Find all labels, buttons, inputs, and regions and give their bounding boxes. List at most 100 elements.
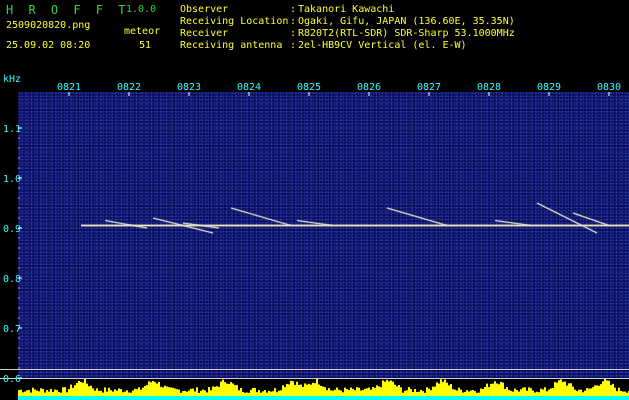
power-bar <box>380 387 382 397</box>
power-bar <box>356 387 358 397</box>
power-bar <box>388 381 390 397</box>
power-bar <box>218 386 220 397</box>
power-bar <box>156 383 158 397</box>
power-bar <box>264 390 266 397</box>
power-bar <box>596 385 598 397</box>
power-bar <box>448 385 450 397</box>
power-bar <box>142 387 144 397</box>
power-bar <box>488 387 490 397</box>
power-bar <box>452 389 454 397</box>
power-bar <box>64 387 66 397</box>
power-bar <box>316 379 318 397</box>
power-bar <box>148 381 150 397</box>
power-bar <box>410 389 412 397</box>
y-tick-label: 0.8 <box>3 274 21 285</box>
power-bar <box>408 387 410 397</box>
power-bar <box>286 383 288 397</box>
power-bar <box>338 389 340 397</box>
power-bar <box>236 385 238 397</box>
power-bar <box>554 382 556 397</box>
power-bar <box>454 389 456 397</box>
power-bar <box>520 389 522 397</box>
power-bar <box>284 387 286 397</box>
power-bar <box>250 389 252 397</box>
power-bar <box>568 383 570 397</box>
power-bar <box>120 389 122 397</box>
power-bar <box>382 380 384 397</box>
power-bar <box>40 388 42 397</box>
power-bar <box>298 384 300 397</box>
power-bar <box>334 389 336 397</box>
power-bar <box>170 387 172 397</box>
power-bar <box>502 382 504 397</box>
power-bar <box>426 387 428 397</box>
power-bar <box>602 381 604 397</box>
power-bar <box>300 384 302 397</box>
x-tick-label: 0826 <box>357 82 381 93</box>
power-bar <box>420 389 422 397</box>
power-bar <box>166 386 168 397</box>
hrofft-window: H R O F F T 1.0.0 2509020820.png 25.09.0… <box>0 0 629 400</box>
power-bar <box>80 381 82 397</box>
power-bar <box>226 383 228 397</box>
power-bar <box>70 384 72 397</box>
power-bar <box>308 383 310 397</box>
power-bar <box>146 385 148 397</box>
power-bar <box>444 379 446 397</box>
power-bar <box>396 386 398 397</box>
power-bar <box>46 390 48 397</box>
power-bar <box>72 387 74 397</box>
power-bar <box>558 380 560 397</box>
power-bar <box>504 388 506 397</box>
power-bar <box>296 381 298 397</box>
power-bar <box>162 387 164 397</box>
power-bar <box>254 387 256 397</box>
power-bar <box>322 386 324 397</box>
power-bar <box>160 386 162 397</box>
power-bar <box>232 383 234 397</box>
power-bar <box>74 385 76 397</box>
power-bar <box>216 386 218 397</box>
power-bar <box>542 389 544 397</box>
power-bar <box>594 385 596 397</box>
meteor-trace <box>386 207 448 226</box>
power-bar <box>176 389 178 397</box>
power-bar <box>234 385 236 397</box>
power-bar <box>168 387 170 397</box>
power-bar <box>434 386 436 397</box>
power-bar <box>212 386 214 397</box>
power-bar <box>280 390 282 397</box>
power-bar <box>482 388 484 397</box>
power-bar <box>96 388 98 397</box>
power-bar <box>324 387 326 397</box>
power-bar <box>392 381 394 397</box>
power-bar <box>574 389 576 397</box>
power-bar <box>604 379 606 397</box>
power-bar <box>288 384 290 397</box>
power-bar <box>252 388 254 397</box>
x-tick-label: 0824 <box>237 82 261 93</box>
power-bar <box>390 380 392 397</box>
power-bar <box>318 384 320 397</box>
power-bar <box>118 388 120 397</box>
power-bar <box>144 386 146 397</box>
power-bar <box>516 390 518 397</box>
power-bar <box>20 389 22 397</box>
power-bar <box>608 380 610 397</box>
power-bar <box>590 388 592 397</box>
y-tick-label: 0.9 <box>3 224 21 235</box>
power-bar <box>564 381 566 397</box>
power-bar <box>158 381 160 397</box>
power-bar <box>378 386 380 397</box>
power-bar <box>108 387 110 397</box>
x-tick-label: 0828 <box>477 82 501 93</box>
power-bar <box>500 381 502 397</box>
power-bar <box>406 390 408 397</box>
power-bar <box>414 388 416 397</box>
power-bar <box>110 390 112 397</box>
power-bar <box>228 384 230 397</box>
power-bar <box>154 382 156 397</box>
power-bar <box>104 387 106 397</box>
power-bar <box>152 381 154 397</box>
power-bar <box>618 387 620 397</box>
